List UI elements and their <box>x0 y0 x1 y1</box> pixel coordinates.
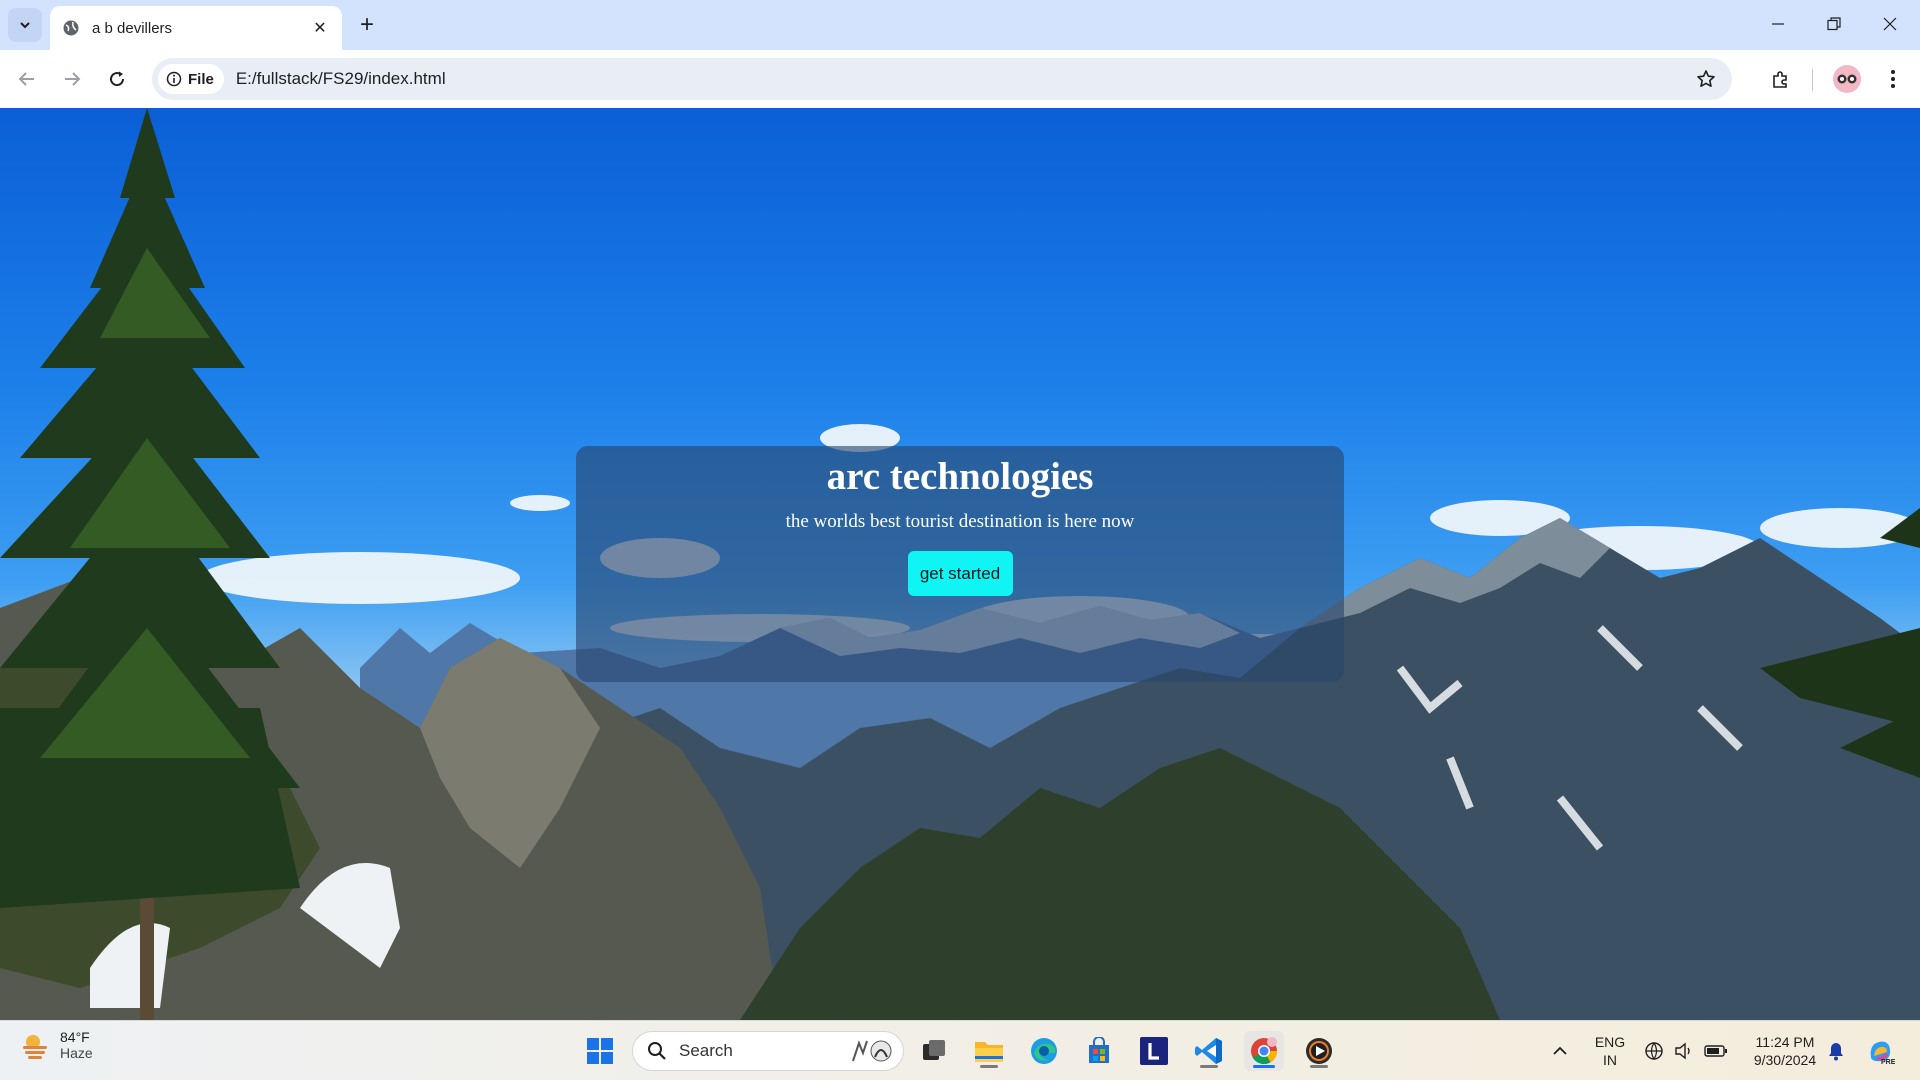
chrome-icon[interactable] <box>1244 1031 1284 1071</box>
search-highlight-icon <box>852 1040 892 1062</box>
site-info-chip[interactable]: File <box>158 64 224 94</box>
profile-button[interactable] <box>1830 62 1864 96</box>
media-player-icon[interactable] <box>1299 1031 1339 1071</box>
hero-card: arc technologies the worlds best tourist… <box>576 446 1344 682</box>
info-icon <box>166 71 182 87</box>
vscode-running-indicator <box>1200 1065 1218 1068</box>
search-label: Search <box>679 1041 733 1060</box>
search-icon <box>648 1042 666 1060</box>
star-icon[interactable] <box>1694 67 1718 91</box>
region-code: IN <box>1603 1052 1617 1068</box>
tab-strip: a b devillers ✕ + <box>0 0 1920 50</box>
url-text[interactable]: E:/fullstack/FS29/index.html <box>236 69 446 89</box>
get-started-button[interactable]: get started <box>907 551 1013 596</box>
l-app-icon[interactable] <box>1134 1031 1174 1071</box>
forward-icon[interactable] <box>55 62 89 96</box>
copilot-icon[interactable]: PRE <box>1860 1031 1900 1071</box>
minimize-icon[interactable] <box>1750 0 1806 48</box>
windows-start-icon[interactable] <box>580 1031 620 1071</box>
taskbar-search-box[interactable]: Search <box>632 1031 904 1071</box>
store-icon[interactable] <box>1079 1031 1119 1071</box>
file-explorer-icon[interactable] <box>969 1031 1009 1071</box>
plus-icon[interactable]: + <box>352 10 382 40</box>
globe-icon <box>63 20 79 36</box>
notification-bell-icon[interactable] <box>1816 1031 1856 1071</box>
network-icon <box>1645 1042 1663 1061</box>
reload-icon[interactable] <box>100 62 134 96</box>
address-bar[interactable]: File E:/fullstack/FS29/index.html <box>152 58 1732 100</box>
task-view-icon[interactable] <box>914 1031 954 1071</box>
url-scheme-label: File <box>188 70 214 88</box>
window-close-icon[interactable] <box>1862 0 1918 48</box>
system-tray-icons[interactable] <box>1636 1031 1736 1071</box>
haze-weather-icon <box>23 1035 47 1059</box>
menu-icon[interactable] <box>1876 62 1910 96</box>
close-icon[interactable]: ✕ <box>310 18 330 38</box>
profile-icon <box>1833 65 1861 93</box>
tagline: the worlds best tourist destination is h… <box>785 511 1135 532</box>
page-title: arc technologies <box>826 455 1094 498</box>
active-tab[interactable]: a b devillers ✕ <box>50 6 342 50</box>
svg-text:PRE: PRE <box>1881 1059 1895 1066</box>
language-code: ENG <box>1594 1034 1626 1050</box>
volume-icon <box>1675 1042 1690 1060</box>
tab-title: a b devillers <box>92 19 173 37</box>
vscode-icon[interactable] <box>1189 1031 1229 1071</box>
tab-search-button[interactable] <box>8 8 42 42</box>
toolbar-divider <box>1812 69 1813 91</box>
browser-toolbar: File E:/fullstack/FS29/index.html <box>0 50 1920 108</box>
weather-condition: Haze <box>60 1045 93 1061</box>
weather-widget[interactable]: 84°F Haze <box>20 1029 93 1061</box>
media-player-running-indicator <box>1310 1065 1328 1068</box>
restore-icon[interactable] <box>1806 0 1862 48</box>
language-indicator[interactable]: ENG IN <box>1590 1033 1630 1069</box>
page-viewport: arc technologies the worlds best tourist… <box>0 108 1920 1020</box>
battery-icon <box>1704 1045 1727 1057</box>
extensions-icon[interactable] <box>1764 62 1798 96</box>
file-explorer-running-indicator <box>980 1065 998 1068</box>
back-icon[interactable] <box>10 62 44 96</box>
chrome-active-indicator <box>1253 1065 1275 1068</box>
edge-icon[interactable] <box>1024 1031 1064 1071</box>
windows-taskbar: 84°F Haze Search ENG IN 11:24 PM 9/30/20… <box>0 1020 1920 1080</box>
chevron-up-icon[interactable] <box>1540 1031 1580 1071</box>
weather-temperature: 84°F <box>60 1029 90 1045</box>
tab-search-icon <box>20 22 30 29</box>
